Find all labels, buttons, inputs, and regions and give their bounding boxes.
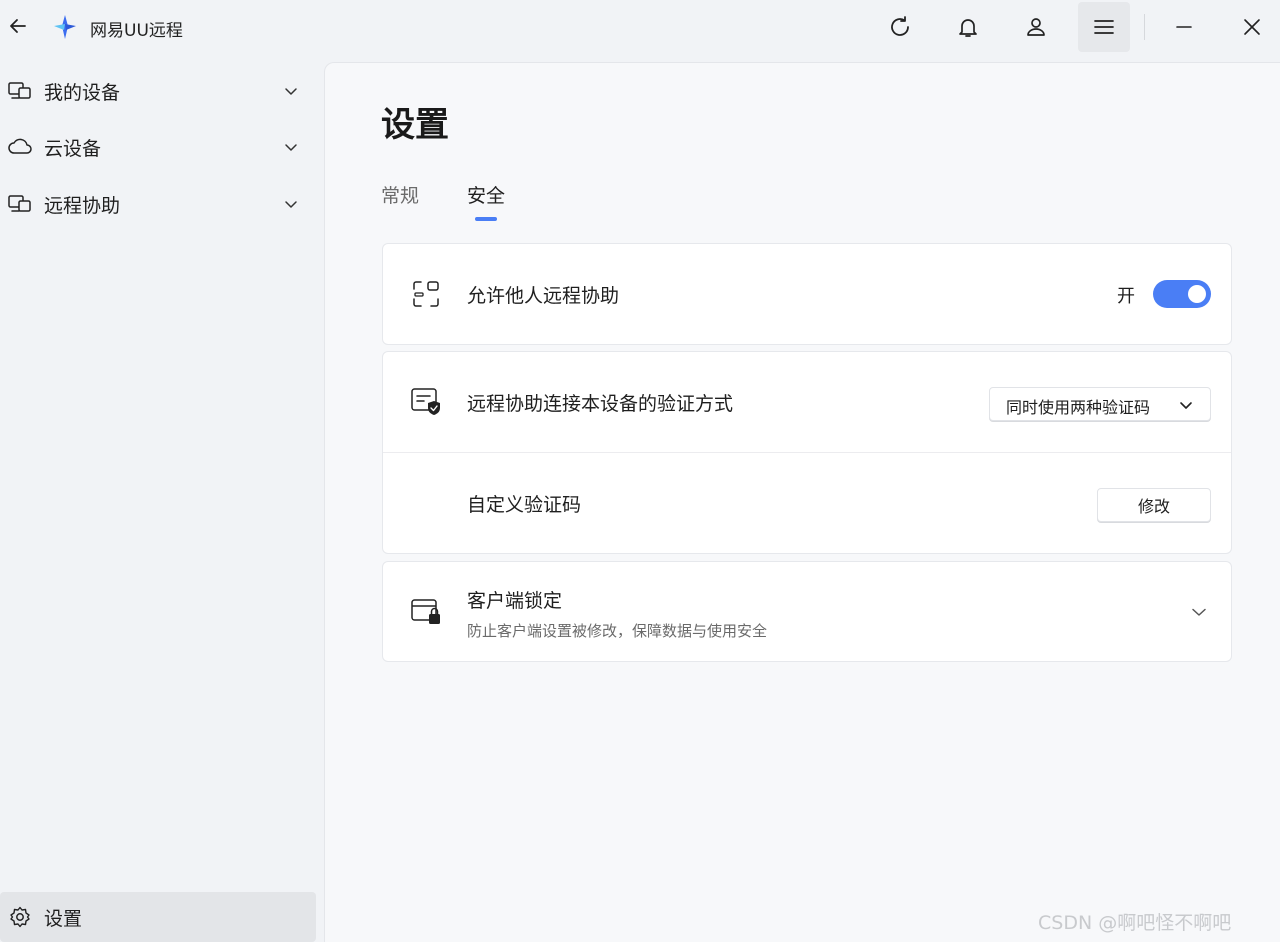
modify-button[interactable]: 修改 bbox=[1097, 488, 1211, 522]
remote-assist-icon bbox=[6, 190, 34, 218]
gear-icon bbox=[6, 903, 34, 931]
titlebar-separator bbox=[1144, 14, 1145, 40]
chevron-down-icon bbox=[1176, 395, 1196, 415]
back-button[interactable] bbox=[4, 10, 32, 42]
user-icon bbox=[1027, 18, 1045, 36]
refresh-button[interactable] bbox=[874, 2, 926, 52]
verification-method-row: 远程协助连接本设备的验证方式 同时使用两种验证码 bbox=[383, 352, 1231, 452]
client-lock-description: 防止客户端设置被修改，保障数据与使用安全 bbox=[467, 622, 768, 640]
toggle-knob bbox=[1188, 285, 1206, 303]
sidebar-item-label: 远程协助 bbox=[44, 194, 121, 217]
sidebar-item-settings[interactable]: 设置 bbox=[0, 892, 316, 942]
custom-code-label: 自定义验证码 bbox=[467, 494, 582, 516]
verification-method-label: 远程协助连接本设备的验证方式 bbox=[467, 393, 734, 415]
allow-remote-card: 允许他人远程协助 开 bbox=[382, 243, 1232, 345]
select-value: 同时使用两种验证码 bbox=[1006, 398, 1151, 417]
sidebar: 我的设备 云设备 远程协助 设置 bbox=[0, 62, 322, 942]
sidebar-item-label: 云设备 bbox=[44, 137, 102, 160]
verification-method-select[interactable]: 同时使用两种验证码 bbox=[989, 387, 1211, 421]
sidebar-item-cloud-devices[interactable]: 云设备 bbox=[0, 122, 316, 172]
lock-window-icon bbox=[409, 596, 443, 628]
chevron-down-icon[interactable] bbox=[1187, 600, 1211, 624]
chevron-down-icon bbox=[280, 136, 302, 158]
custom-code-row: 自定义验证码 修改 bbox=[383, 453, 1231, 553]
allow-remote-row: 允许他人远程协助 开 bbox=[383, 244, 1231, 344]
chevron-down-icon bbox=[280, 80, 302, 102]
menu-button[interactable] bbox=[1078, 2, 1130, 52]
sidebar-item-remote-assist[interactable]: 远程协助 bbox=[0, 179, 316, 229]
sidebar-item-my-devices[interactable]: 我的设备 bbox=[0, 66, 316, 116]
settings-panel: 设置 常规 安全 允许他人远程协助 开 远程协助连接本设备的验证方式 同时使用两… bbox=[324, 62, 1280, 942]
tab-security[interactable]: 安全 bbox=[467, 181, 505, 208]
bell-icon bbox=[959, 19, 977, 37]
allow-remote-toggle[interactable] bbox=[1153, 280, 1211, 308]
menu-icon bbox=[1094, 20, 1114, 34]
client-lock-title: 客户端锁定 bbox=[467, 590, 563, 612]
cloud-icon bbox=[6, 133, 34, 161]
active-tab-indicator bbox=[475, 217, 497, 221]
sidebar-settings-label: 设置 bbox=[44, 907, 83, 930]
client-lock-card[interactable]: 客户端锁定 防止客户端设置被修改，保障数据与使用安全 bbox=[382, 561, 1232, 662]
app-logo-icon bbox=[54, 15, 76, 39]
devices-icon bbox=[6, 77, 34, 105]
sidebar-item-label: 我的设备 bbox=[44, 81, 121, 104]
toggle-state-text: 开 bbox=[1117, 286, 1135, 307]
app-name: 网易UU远程 bbox=[90, 21, 183, 41]
close-button[interactable] bbox=[1226, 2, 1278, 52]
chevron-down-icon bbox=[280, 193, 302, 215]
tab-general[interactable]: 常规 bbox=[381, 181, 419, 208]
verification-card: 远程协助连接本设备的验证方式 同时使用两种验证码 自定义验证码 修改 bbox=[382, 351, 1232, 554]
page-title: 设置 bbox=[381, 105, 449, 145]
notifications-button[interactable] bbox=[942, 2, 994, 52]
close-icon bbox=[1244, 19, 1260, 35]
account-button[interactable] bbox=[1010, 2, 1062, 52]
client-lock-row: 客户端锁定 防止客户端设置被修改，保障数据与使用安全 bbox=[383, 562, 1231, 662]
back-arrow-icon bbox=[10, 19, 26, 33]
scan-frame-icon bbox=[409, 278, 443, 310]
shield-check-card-icon bbox=[409, 386, 443, 418]
minimize-button[interactable] bbox=[1158, 2, 1210, 52]
refresh-icon bbox=[891, 16, 909, 36]
watermark: CSDN @啊吧怪不啊吧 bbox=[1038, 912, 1232, 934]
allow-remote-label: 允许他人远程协助 bbox=[467, 285, 620, 307]
title-bar: 网易UU远程 bbox=[0, 0, 1280, 56]
minimize-icon bbox=[1176, 26, 1192, 28]
